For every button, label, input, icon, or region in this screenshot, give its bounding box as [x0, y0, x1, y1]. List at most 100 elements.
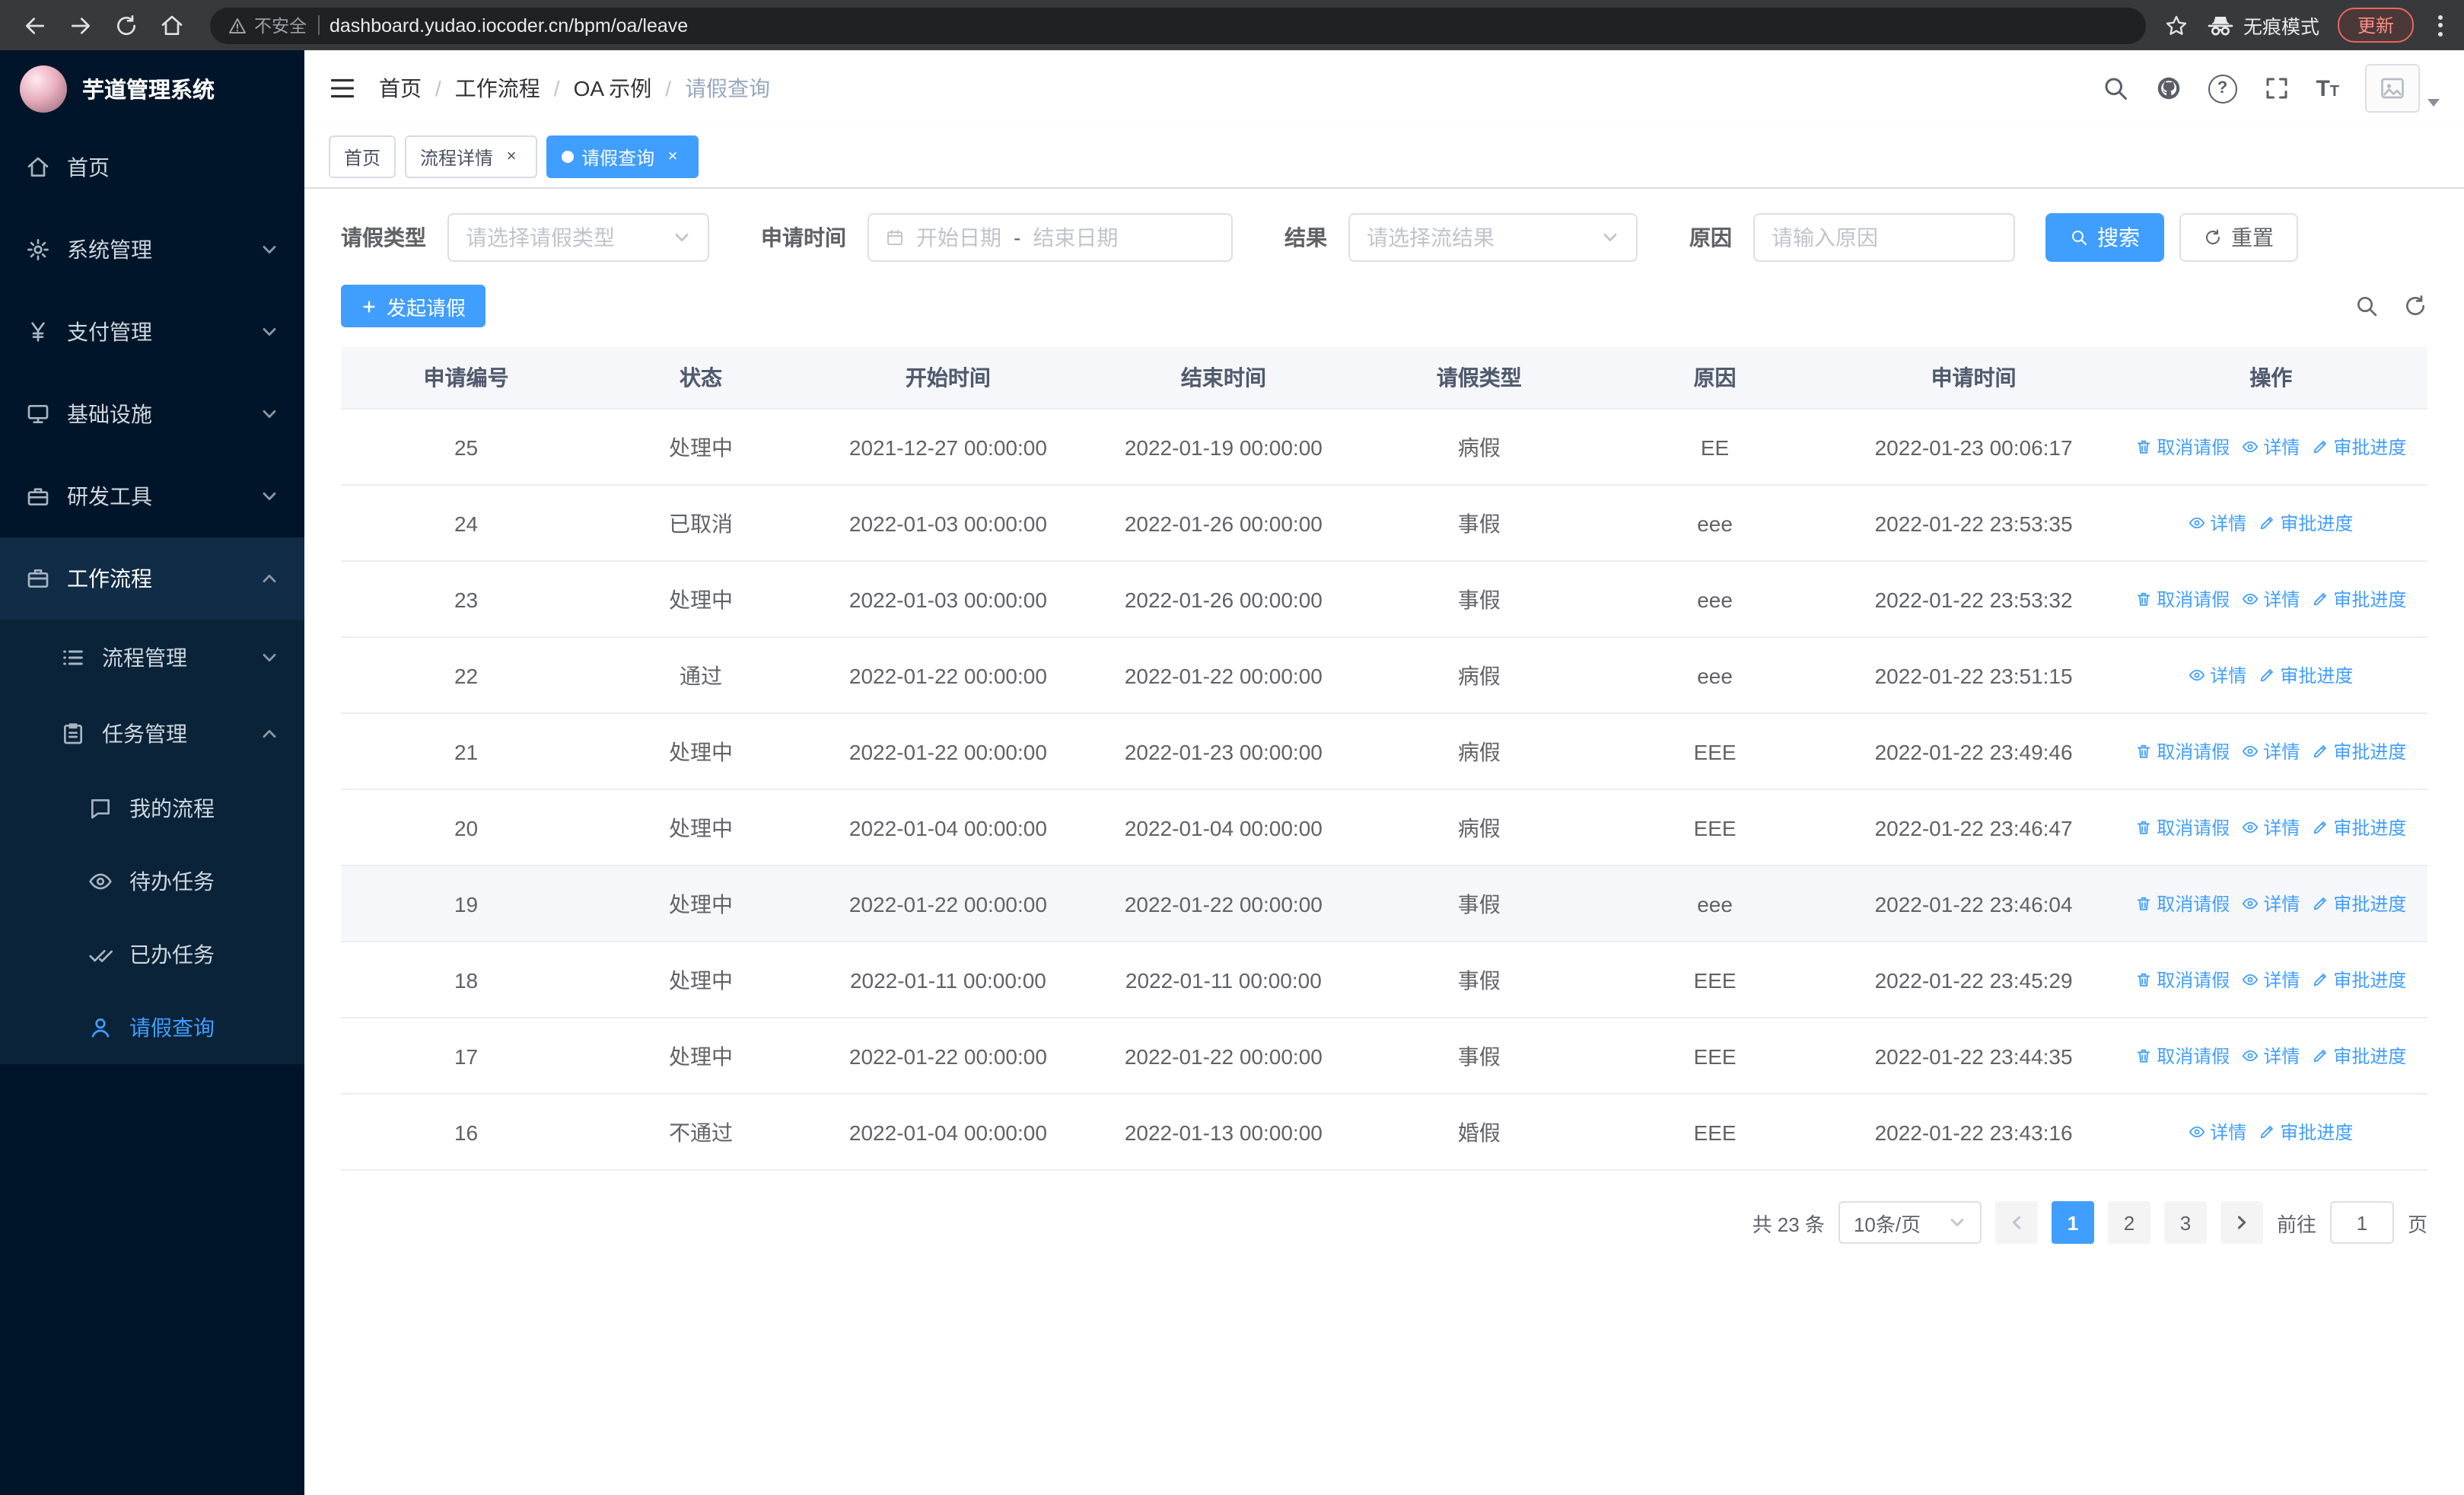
sidebar-item-system-management[interactable]: 系统管理	[0, 209, 304, 291]
action-cancel-link[interactable]: 取消请假	[2135, 586, 2230, 612]
result-select[interactable]: 请选择流结果	[1348, 213, 1638, 262]
table-row[interactable]: 16 不通过 2022-01-04 00:00:00 2022-01-13 00…	[341, 1094, 2427, 1171]
tab-process-detail[interactable]: 流程详情 ×	[405, 135, 538, 178]
action-progress-link[interactable]: 审批进度	[2312, 738, 2406, 764]
browser-forward-button[interactable]	[61, 5, 100, 45]
action-cancel-link[interactable]: 取消请假	[2135, 434, 2230, 460]
app-logo[interactable]: 芋道管理系统	[0, 50, 304, 126]
browser-refresh-button[interactable]	[107, 5, 146, 45]
security-indicator[interactable]: 不安全	[228, 13, 307, 37]
next-page-button[interactable]	[2220, 1201, 2263, 1244]
prev-page-button[interactable]	[1994, 1201, 2038, 1244]
table-row[interactable]: 20 处理中 2022-01-04 00:00:00 2022-01-04 00…	[341, 789, 2427, 866]
action-detail-link[interactable]: 详情	[2242, 434, 2300, 460]
col-start-time: 开始时间	[810, 347, 1086, 410]
breadcrumb-item[interactable]: 首页	[379, 73, 422, 104]
fullscreen-icon[interactable]	[2262, 75, 2290, 102]
action-detail-link[interactable]: 详情	[2242, 586, 2300, 612]
table-row[interactable]: 17 处理中 2022-01-22 00:00:00 2022-01-22 00…	[341, 1018, 2427, 1095]
browser-menu-icon[interactable]	[2432, 8, 2449, 42]
sidebar-item-payment-management[interactable]: 支付管理	[0, 291, 304, 373]
address-bar[interactable]: 不安全 dashboard.yudao.iocoder.cn/bpm/oa/le…	[210, 7, 2146, 43]
app-frame: 芋道管理系统 首页 系统管理 支付管理 基础设施 研发工具 工作流程 流程管理 …	[0, 50, 2464, 1495]
cell-start-time: 2022-01-22 00:00:00	[810, 637, 1086, 714]
toggle-search-icon[interactable]	[2354, 294, 2379, 318]
cell-reason: EE	[1597, 409, 1833, 486]
leave-type-select[interactable]: 请选择请假类型	[447, 213, 709, 262]
sidebar-item-done-tasks[interactable]: 已办任务	[0, 918, 304, 991]
page-button-2[interactable]: 2	[2107, 1201, 2150, 1244]
action-progress-link[interactable]: 审批进度	[2312, 967, 2406, 993]
chevron-down-icon	[260, 405, 279, 423]
goto-page-input[interactable]	[2329, 1201, 2394, 1244]
browser-update-button[interactable]: 更新	[2337, 8, 2414, 43]
action-detail-link[interactable]: 详情	[2242, 967, 2300, 993]
action-detail-link[interactable]: 详情	[2189, 662, 2246, 688]
table-row[interactable]: 25 处理中 2021-12-27 00:00:00 2022-01-19 00…	[341, 409, 2427, 486]
action-cancel-link[interactable]: 取消请假	[2135, 1043, 2230, 1069]
sidebar-item-workflow[interactable]: 工作流程	[0, 537, 304, 620]
chevron-down-icon	[1948, 1213, 1966, 1232]
sidebar-item-home[interactable]: 首页	[0, 126, 304, 209]
action-detail-link[interactable]: 详情	[2242, 738, 2300, 764]
action-progress-link[interactable]: 审批进度	[2312, 814, 2406, 840]
sidebar-item-dev-tools[interactable]: 研发工具	[0, 455, 304, 537]
cell-end-time: 2022-01-26 00:00:00	[1085, 561, 1361, 638]
sidebar-item-task-management[interactable]: 任务管理	[0, 696, 304, 772]
reset-button[interactable]: 重置	[2179, 213, 2298, 262]
user-avatar-menu[interactable]	[2365, 64, 2440, 113]
tab-leave-query[interactable]: 请假查询 ×	[546, 135, 699, 178]
github-icon[interactable]	[2154, 75, 2182, 102]
help-icon[interactable]: ?	[2208, 74, 2237, 103]
search-button[interactable]: 搜索	[2045, 213, 2164, 262]
browser-home-button[interactable]	[152, 5, 192, 45]
breadcrumb-item[interactable]: OA 示例	[574, 73, 652, 104]
table-row[interactable]: 23 处理中 2022-01-03 00:00:00 2022-01-26 00…	[341, 561, 2427, 638]
browser-back-button[interactable]	[15, 5, 55, 45]
action-progress-link[interactable]: 审批进度	[2312, 891, 2406, 916]
table-row[interactable]: 22 通过 2022-01-22 00:00:00 2022-01-22 00:…	[341, 637, 2427, 714]
sidebar-item-process-management[interactable]: 流程管理	[0, 620, 304, 696]
action-detail-link[interactable]: 详情	[2242, 891, 2300, 916]
close-icon[interactable]: ×	[501, 146, 522, 167]
breadcrumb-separator: /	[435, 76, 441, 100]
table-row[interactable]: 18 处理中 2022-01-11 00:00:00 2022-01-11 00…	[341, 942, 2427, 1018]
sidebar-item-my-processes[interactable]: 我的流程	[0, 772, 304, 845]
table-row[interactable]: 19 处理中 2022-01-22 00:00:00 2022-01-22 00…	[341, 865, 2427, 942]
sidebar-item-todo-tasks[interactable]: 待办任务	[0, 845, 304, 918]
sidebar-collapse-icon[interactable]	[329, 75, 356, 102]
table-row[interactable]: 21 处理中 2022-01-22 00:00:00 2022-01-23 00…	[341, 713, 2427, 790]
tags-view-bar: 首页 流程详情 × 请假查询 ×	[304, 126, 2464, 189]
action-progress-link[interactable]: 审批进度	[2259, 510, 2353, 536]
breadcrumb-item[interactable]: 工作流程	[455, 73, 540, 104]
page-button-3[interactable]: 3	[2163, 1201, 2207, 1244]
refresh-table-icon[interactable]	[2403, 294, 2427, 318]
cell-apply-time: 2022-01-22 23:46:47	[1832, 789, 2115, 866]
bookmark-star-icon[interactable]	[2164, 13, 2189, 37]
action-progress-link[interactable]: 审批进度	[2259, 662, 2353, 688]
apply-time-range-picker[interactable]: 开始日期 - 结束日期	[867, 213, 1233, 262]
action-cancel-link[interactable]: 取消请假	[2135, 891, 2230, 916]
create-leave-button[interactable]: 发起请假	[341, 285, 486, 327]
action-detail-link[interactable]: 详情	[2189, 1119, 2246, 1145]
reason-input[interactable]	[1753, 213, 2015, 262]
sidebar-item-infrastructure[interactable]: 基础设施	[0, 373, 304, 455]
table-row[interactable]: 24 已取消 2022-01-03 00:00:00 2022-01-26 00…	[341, 485, 2427, 562]
action-progress-link[interactable]: 审批进度	[2312, 1043, 2406, 1069]
tab-home[interactable]: 首页	[329, 135, 396, 178]
action-progress-link[interactable]: 审批进度	[2312, 586, 2406, 612]
action-detail-link[interactable]: 详情	[2189, 510, 2246, 536]
action-cancel-link[interactable]: 取消请假	[2135, 738, 2230, 764]
close-icon[interactable]: ×	[662, 146, 683, 167]
font-size-icon[interactable]: TT	[2316, 75, 2339, 101]
action-progress-link[interactable]: 审批进度	[2259, 1119, 2353, 1145]
action-detail-link[interactable]: 详情	[2242, 1043, 2300, 1069]
search-icon[interactable]	[2101, 75, 2128, 102]
page-size-select[interactable]: 10条/页	[1838, 1201, 1982, 1244]
action-detail-link[interactable]: 详情	[2242, 814, 2300, 840]
action-cancel-link[interactable]: 取消请假	[2135, 814, 2230, 840]
page-button-1[interactable]: 1	[2051, 1201, 2094, 1244]
action-progress-link[interactable]: 审批进度	[2312, 434, 2406, 460]
action-cancel-link[interactable]: 取消请假	[2135, 967, 2230, 993]
sidebar-item-leave-query[interactable]: 请假查询	[0, 991, 304, 1064]
